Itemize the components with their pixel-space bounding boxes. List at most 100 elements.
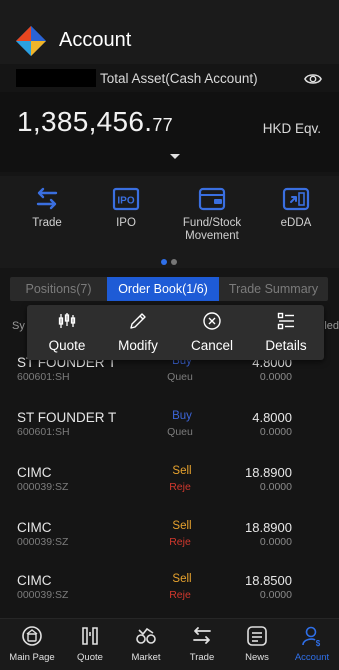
- trade-icon: [193, 627, 211, 644]
- shortcut-panel: Trade IPO IPO Fund/Stock Movement eDDA: [0, 176, 339, 268]
- expand-chevron-down-icon[interactable]: [170, 154, 180, 159]
- order-status: Queu: [167, 371, 193, 383]
- redacted-account-number: [16, 69, 96, 87]
- edda-icon: [282, 187, 310, 211]
- stock-code: 000039:SZ: [17, 481, 69, 493]
- trade-icon: [36, 187, 58, 210]
- order-quantity: 0.0000: [259, 536, 292, 548]
- svg-text:$: $: [316, 639, 321, 648]
- stock-code: 000039:SZ: [17, 589, 69, 601]
- order-price: 18.8900: [245, 465, 292, 480]
- order-side: Sell: [172, 520, 192, 532]
- asset-value-decimal: 77: [152, 115, 173, 135]
- wallet-icon: [198, 187, 226, 211]
- stock-code: 000039:SZ: [17, 536, 69, 548]
- list-details-icon: [277, 312, 294, 330]
- order-row[interactable]: ST FOUNDER T 600601:SH Buy Queu 4.8000 0…: [0, 410, 339, 470]
- page-dot-active[interactable]: [161, 259, 167, 265]
- tab-account[interactable]: $ Account: [286, 623, 338, 663]
- tab-positions[interactable]: Positions(7): [10, 277, 107, 301]
- account-tabs: Positions(7) Order Book(1/6) Trade Summa…: [10, 277, 328, 301]
- order-status: Reje: [169, 536, 191, 548]
- order-row[interactable]: CIMC 000039:SZ Sell Reje 18.8900 0.0000: [0, 520, 339, 580]
- order-price: 18.8500: [245, 573, 292, 588]
- tab-news[interactable]: News: [231, 623, 283, 663]
- stock-name: CIMC: [17, 520, 52, 535]
- tab-label: Market: [131, 652, 161, 663]
- home-icon: [22, 626, 42, 646]
- tab-order-book[interactable]: Order Book(1/6): [107, 277, 219, 301]
- order-status: Queu: [167, 426, 193, 438]
- app-header: Account: [0, 0, 339, 64]
- details-label: Details: [265, 338, 307, 353]
- tab-main-page[interactable]: Main Page: [6, 623, 58, 663]
- order-quantity: 0.0000: [259, 426, 292, 438]
- order-price: 18.8900: [245, 520, 292, 535]
- stock-code: 600601:SH: [17, 426, 70, 438]
- modify-action-button[interactable]: Modify: [103, 311, 173, 353]
- cancel-action-button[interactable]: Cancel: [177, 311, 247, 353]
- tab-label: Main Page: [9, 652, 55, 663]
- stock-name: ST FOUNDER T: [17, 410, 117, 425]
- shortcut-fund-movement[interactable]: Fund/Stock Movement: [174, 184, 250, 243]
- shortcut-edda[interactable]: eDDA: [258, 184, 334, 230]
- tab-label: Account: [294, 652, 330, 663]
- tab-trade[interactable]: Trade: [176, 623, 228, 663]
- ipo-icon: IPO: [112, 187, 140, 211]
- bottom-tab-bar: Main Page Quote Market Trade News $ Acco…: [0, 618, 339, 670]
- asset-summary: 1,385,456.77 HKD Eqv.: [0, 92, 339, 172]
- details-action-button[interactable]: Details: [251, 311, 321, 353]
- shortcut-label: IPO: [116, 217, 136, 229]
- column-header-symbol: Sy: [12, 320, 25, 332]
- shortcut-label: Fund/Stock Movement: [182, 217, 242, 242]
- order-quantity: 0.0000: [259, 371, 292, 383]
- svg-text:IPO: IPO: [117, 196, 134, 207]
- order-side: Sell: [172, 465, 192, 477]
- asset-label-bar: Total Asset(Cash Account): [0, 66, 339, 92]
- order-row[interactable]: CIMC 000039:SZ Sell Reje 18.8900 0.0000: [0, 465, 339, 525]
- order-action-popup: Quote Modify Cancel Details: [27, 305, 324, 360]
- tab-market[interactable]: Market: [120, 623, 172, 663]
- news-icon: [247, 626, 267, 646]
- page-title: Account: [59, 29, 132, 51]
- brand-logo-icon: [16, 26, 46, 56]
- shortcut-label: Trade: [32, 217, 62, 229]
- cancel-label: Cancel: [190, 338, 234, 353]
- order-quantity: 0.0000: [259, 589, 292, 601]
- quote-label: Quote: [48, 338, 86, 353]
- cancel-circle-icon: [203, 312, 221, 330]
- page-dot[interactable]: [171, 259, 177, 265]
- tab-label: Trade: [189, 652, 215, 663]
- asset-value-main: 1,385,456.: [17, 106, 153, 137]
- column-header-filled: led: [324, 320, 339, 332]
- currency-label: HKD Eqv.: [262, 121, 321, 136]
- tab-quote[interactable]: Quote: [64, 623, 116, 663]
- account-icon: $: [302, 626, 321, 648]
- modify-label: Modify: [118, 338, 158, 353]
- page-indicator: [161, 252, 181, 270]
- total-asset-label: Total Asset(Cash Account): [100, 71, 258, 86]
- stock-code: 600601:SH: [17, 371, 70, 383]
- candlestick-icon: [58, 313, 76, 328]
- tab-label: News: [245, 652, 269, 663]
- order-status: Reje: [169, 481, 191, 493]
- order-side: Buy: [172, 410, 192, 422]
- order-side: Sell: [172, 573, 192, 585]
- order-price: 4.8000: [252, 410, 292, 425]
- order-status: Reje: [169, 589, 191, 601]
- pencil-icon: [130, 313, 146, 329]
- shortcut-trade[interactable]: Trade: [9, 184, 85, 230]
- quote-action-button[interactable]: Quote: [32, 311, 102, 353]
- shortcut-ipo[interactable]: IPO IPO: [88, 184, 164, 230]
- market-icon: [136, 627, 156, 644]
- order-row[interactable]: ST FOUNDER T 600601:SH Buy Queu 4.8000 0…: [0, 355, 339, 415]
- total-asset-value: 1,385,456.77: [17, 106, 173, 138]
- quote-icon: [82, 627, 98, 645]
- tab-label: Quote: [77, 652, 103, 663]
- eye-icon[interactable]: [304, 70, 322, 88]
- stock-name: CIMC: [17, 573, 52, 588]
- shortcut-label: eDDA: [280, 217, 312, 229]
- stock-name: CIMC: [17, 465, 52, 480]
- tab-trade-summary[interactable]: Trade Summary: [219, 277, 328, 301]
- order-quantity: 0.0000: [259, 481, 292, 493]
